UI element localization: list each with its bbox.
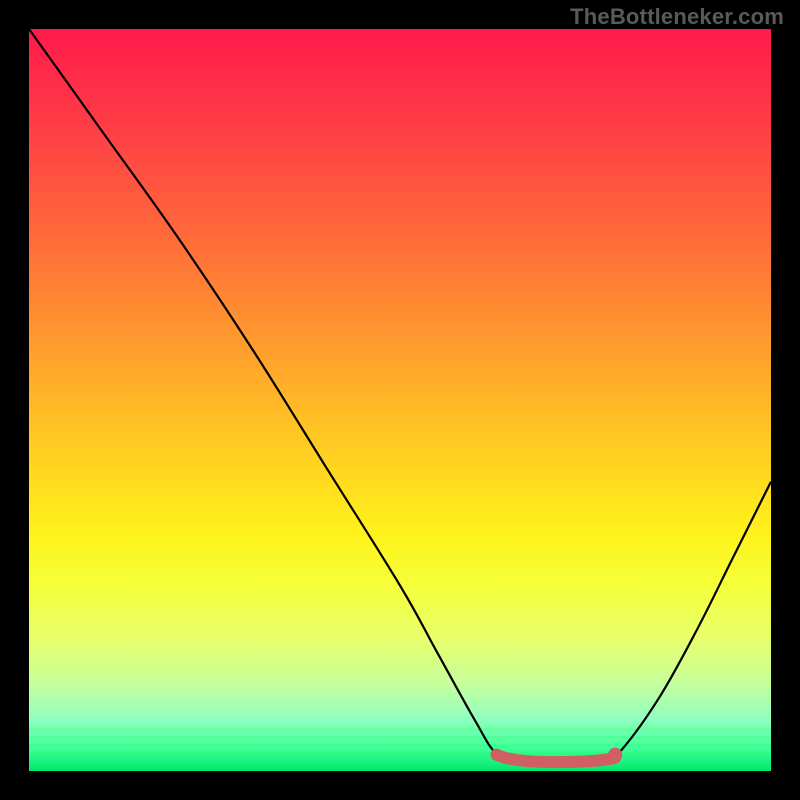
trough-marker-line bbox=[496, 755, 615, 762]
plot-outer bbox=[29, 29, 771, 771]
curve-line bbox=[29, 29, 771, 763]
bottleneck-curve bbox=[29, 29, 771, 771]
trough-end-dot bbox=[608, 748, 622, 762]
chart-frame: TheBottleneker.com bbox=[0, 0, 800, 800]
watermark-text: TheBottleneker.com bbox=[570, 4, 784, 30]
